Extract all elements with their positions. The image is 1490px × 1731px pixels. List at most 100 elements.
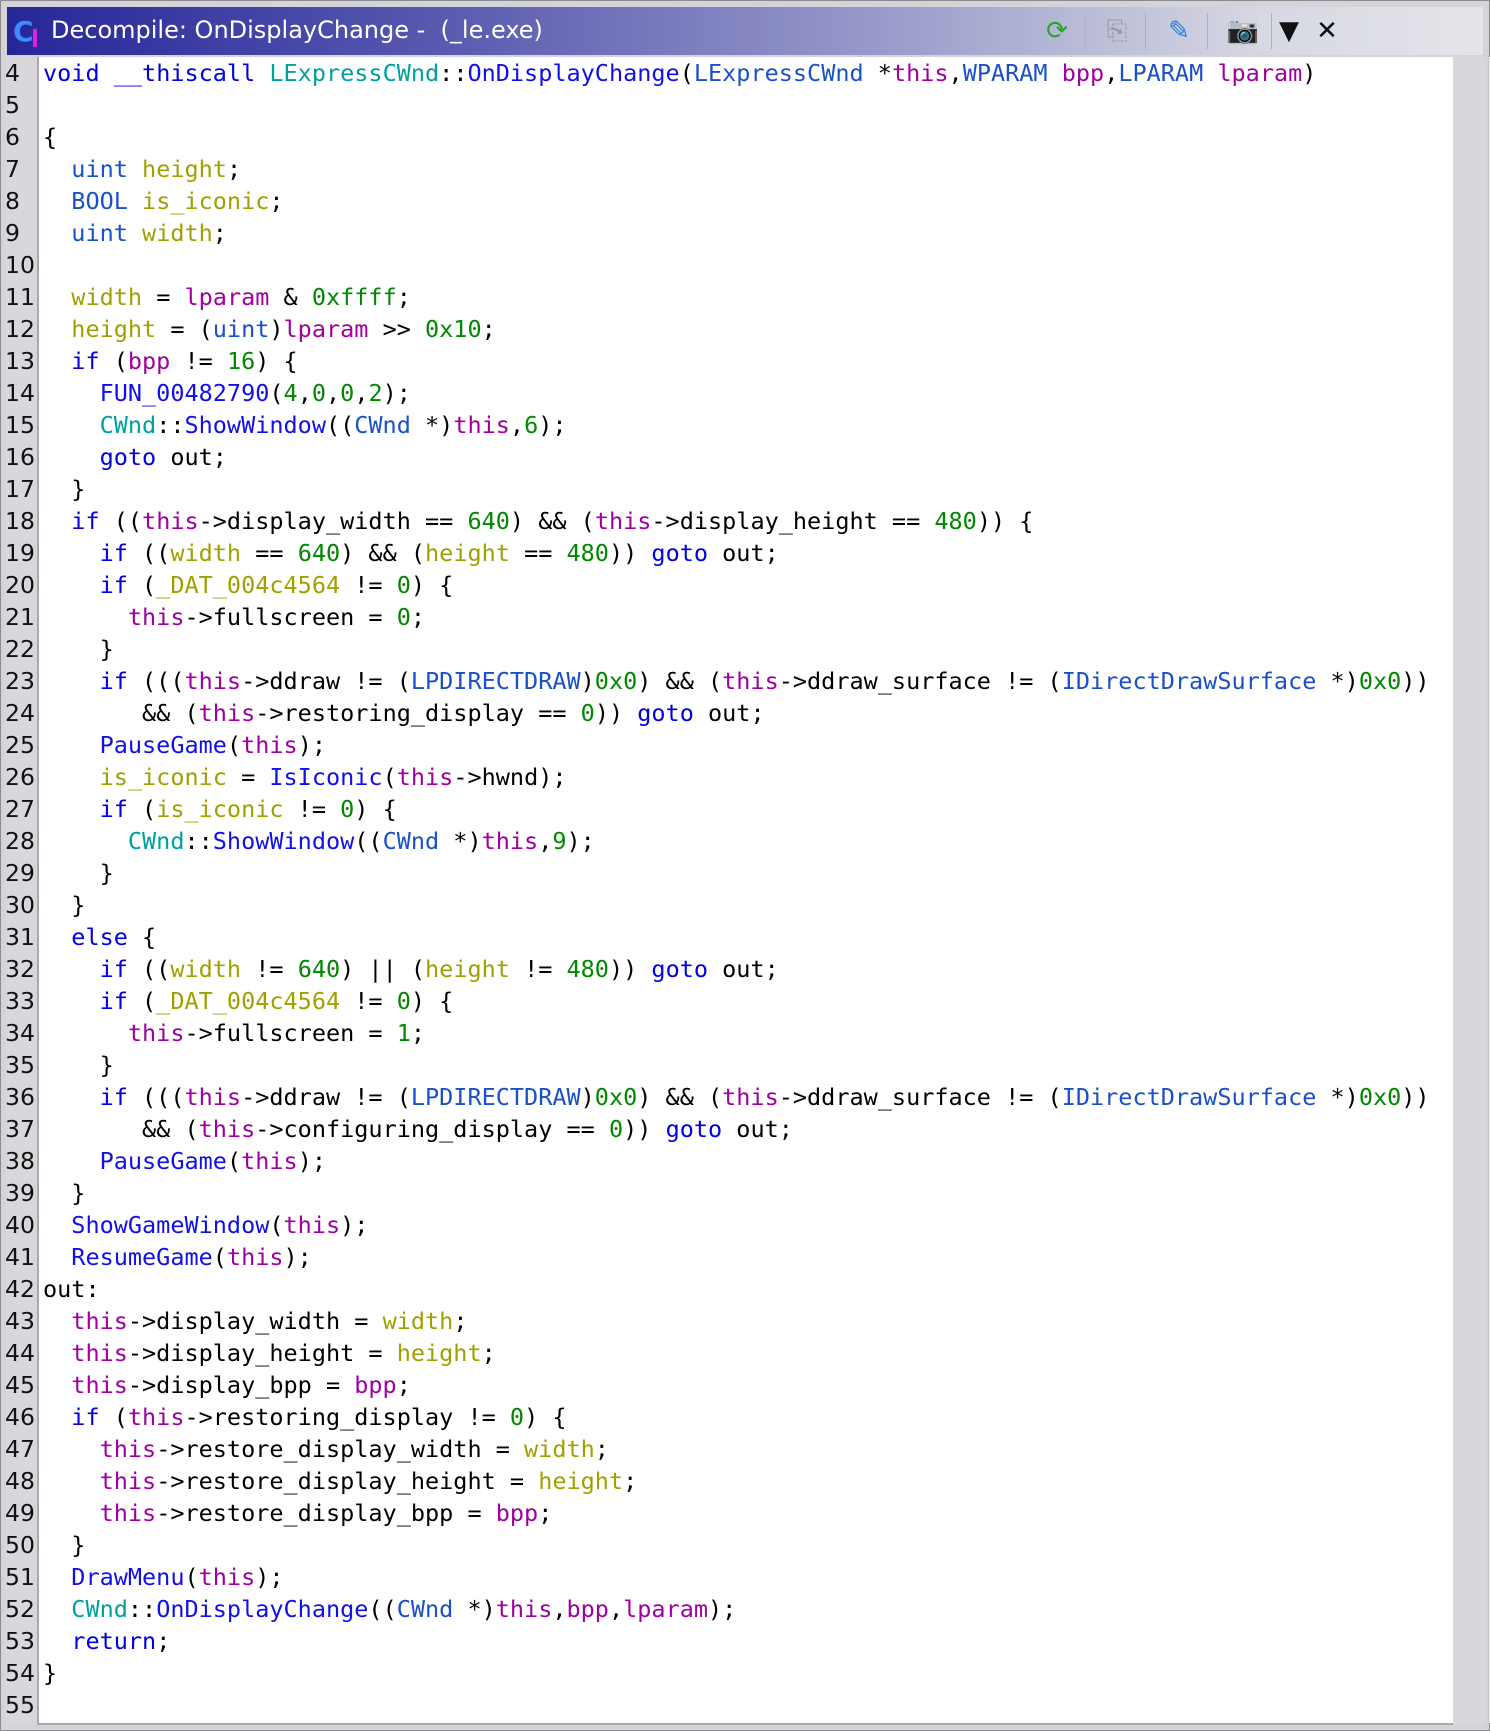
code-token[interactable]: 4 xyxy=(284,379,298,407)
code-token[interactable]: width xyxy=(383,1307,454,1335)
code-line[interactable]: is_iconic = IsIconic(this->hwnd); xyxy=(43,763,567,795)
code-line[interactable]: if (_DAT_004c4564 != 0) { xyxy=(43,571,454,603)
code-token[interactable]: this xyxy=(595,507,652,535)
code-token[interactable]: FUN_00482790 xyxy=(100,379,270,407)
code-token[interactable]: 0 xyxy=(340,379,354,407)
code-token[interactable]: LPARAM xyxy=(1118,59,1203,87)
code-token[interactable]: this xyxy=(71,1307,128,1335)
code-token[interactable]: height xyxy=(142,155,227,183)
code-line[interactable]: if ((width == 640) && (height == 480)) g… xyxy=(43,539,779,571)
close-icon[interactable]: ✕ xyxy=(1309,13,1345,49)
code-token[interactable]: 480 xyxy=(567,539,609,567)
code-token[interactable]: PauseGame xyxy=(100,731,227,759)
code-token[interactable]: 16 xyxy=(227,347,255,375)
code-token[interactable]: this xyxy=(184,667,241,695)
code-token[interactable]: if xyxy=(100,667,128,695)
code-token[interactable]: 9 xyxy=(552,827,566,855)
code-token[interactable]: goto xyxy=(651,539,708,567)
code-token[interactable]: this xyxy=(241,731,298,759)
code-line[interactable]: CWnd::OnDisplayChange((CWnd *)this,bpp,l… xyxy=(43,1595,736,1627)
code-line[interactable]: FUN_00482790(4,0,0,2); xyxy=(43,379,411,411)
code-line[interactable]: goto out; xyxy=(43,443,227,475)
code-token[interactable]: ShowWindow xyxy=(184,411,325,439)
code-line[interactable]: } xyxy=(43,1531,85,1563)
code-token[interactable]: goto xyxy=(637,699,694,727)
code-token[interactable]: this xyxy=(227,1243,284,1271)
code-line[interactable]: void __thiscall LExpressCWnd::OnDisplayC… xyxy=(43,59,1316,91)
code-token[interactable]: bpp xyxy=(496,1499,538,1527)
refresh-icon[interactable]: ⟳ xyxy=(1039,13,1075,49)
code-line[interactable]: width = lparam & 0xffff; xyxy=(43,283,411,315)
code-token[interactable]: CWnd xyxy=(383,827,440,855)
code-line[interactable]: } xyxy=(43,891,85,923)
code-line[interactable]: } xyxy=(43,1051,114,1083)
code-token[interactable]: OnDisplayChange xyxy=(156,1595,368,1623)
code-line[interactable]: if (((this->ddraw != (LPDIRECTDRAW)0x0) … xyxy=(43,667,1430,699)
code-line[interactable]: height = (uint)lparam >> 0x10; xyxy=(43,315,495,347)
code-token[interactable]: lparam xyxy=(284,315,369,343)
code-token[interactable]: 0 xyxy=(312,379,326,407)
code-token[interactable]: this xyxy=(453,411,510,439)
code-token[interactable]: ResumeGame xyxy=(71,1243,212,1271)
code-token[interactable]: height xyxy=(538,1467,623,1495)
code-token[interactable]: width xyxy=(170,955,241,983)
code-token[interactable]: 640 xyxy=(467,507,509,535)
code-line[interactable]: PauseGame(this); xyxy=(43,731,326,763)
code-token[interactable]: ShowWindow xyxy=(213,827,354,855)
code-line[interactable]: CWnd::ShowWindow((CWnd *)this,6); xyxy=(43,411,567,443)
code-line[interactable]: if (_DAT_004c4564 != 0) { xyxy=(43,987,454,1019)
code-token[interactable]: this xyxy=(284,1211,341,1239)
code-token[interactable]: goto xyxy=(651,955,708,983)
code-token[interactable]: 640 xyxy=(298,955,340,983)
code-token[interactable]: this xyxy=(128,1403,185,1431)
code-token[interactable]: width xyxy=(524,1435,595,1463)
code-token[interactable]: if xyxy=(71,1403,99,1431)
code-token[interactable]: CWnd xyxy=(100,411,157,439)
code-line[interactable]: this->fullscreen = 0; xyxy=(43,603,425,635)
code-token[interactable]: DrawMenu xyxy=(71,1563,184,1591)
code-line[interactable]: } xyxy=(43,475,85,507)
code-token[interactable]: this xyxy=(100,1499,157,1527)
code-token[interactable]: bpp xyxy=(1062,59,1104,87)
code-token[interactable]: if xyxy=(71,507,99,535)
code-token[interactable]: is_iconic xyxy=(156,795,283,823)
code-token[interactable]: CWnd xyxy=(354,411,411,439)
code-token[interactable]: is_iconic xyxy=(100,763,227,791)
code-line[interactable]: } xyxy=(43,859,114,891)
code-token[interactable]: _DAT_004c4564 xyxy=(156,571,340,599)
title-bar[interactable]: C Decompile: OnDisplayChange - (_le.exe)… xyxy=(7,7,1483,55)
code-token[interactable]: LPDIRECTDRAW xyxy=(411,667,581,695)
code-token[interactable]: goto xyxy=(100,443,157,471)
code-token[interactable]: uint xyxy=(71,219,128,247)
code-token[interactable]: 0x0 xyxy=(1359,1083,1401,1111)
menu-dropdown-icon[interactable]: ▼ xyxy=(1271,13,1307,49)
code-token[interactable]: 640 xyxy=(298,539,340,567)
code-token[interactable]: 0x0 xyxy=(595,1083,637,1111)
code-token[interactable]: LExpressCWnd xyxy=(694,59,864,87)
code-token[interactable]: if xyxy=(100,987,128,1015)
code-token[interactable]: height xyxy=(397,1339,482,1367)
code-token[interactable]: height xyxy=(425,955,510,983)
code-token[interactable]: 0x0 xyxy=(1359,667,1401,695)
copy-icon[interactable]: ⎘ xyxy=(1099,13,1135,49)
code-token[interactable]: BOOL xyxy=(71,187,128,215)
code-line[interactable]: } xyxy=(43,635,114,667)
code-token[interactable]: this xyxy=(128,603,185,631)
code-token[interactable]: 0 xyxy=(397,987,411,1015)
code-line[interactable]: this->display_bpp = bpp; xyxy=(43,1371,411,1403)
code-token[interactable]: __thiscall xyxy=(114,59,255,87)
code-token[interactable]: if xyxy=(71,347,99,375)
code-token[interactable]: this xyxy=(892,59,949,87)
code-line[interactable]: && (this->configuring_display == 0)) got… xyxy=(43,1115,793,1147)
code-token[interactable]: 0 xyxy=(340,795,354,823)
code-line[interactable]: BOOL is_iconic; xyxy=(43,187,283,219)
code-token[interactable]: this xyxy=(496,1595,553,1623)
code-token[interactable]: height xyxy=(71,315,156,343)
code-token[interactable]: OnDisplayChange xyxy=(467,59,679,87)
code-line[interactable]: } xyxy=(43,1659,57,1691)
code-token[interactable]: CWnd xyxy=(71,1595,128,1623)
code-token[interactable]: this xyxy=(482,827,539,855)
code-line[interactable]: CWnd::ShowWindow((CWnd *)this,9); xyxy=(43,827,595,859)
code-token[interactable]: uint xyxy=(213,315,270,343)
code-token[interactable]: width xyxy=(170,539,241,567)
